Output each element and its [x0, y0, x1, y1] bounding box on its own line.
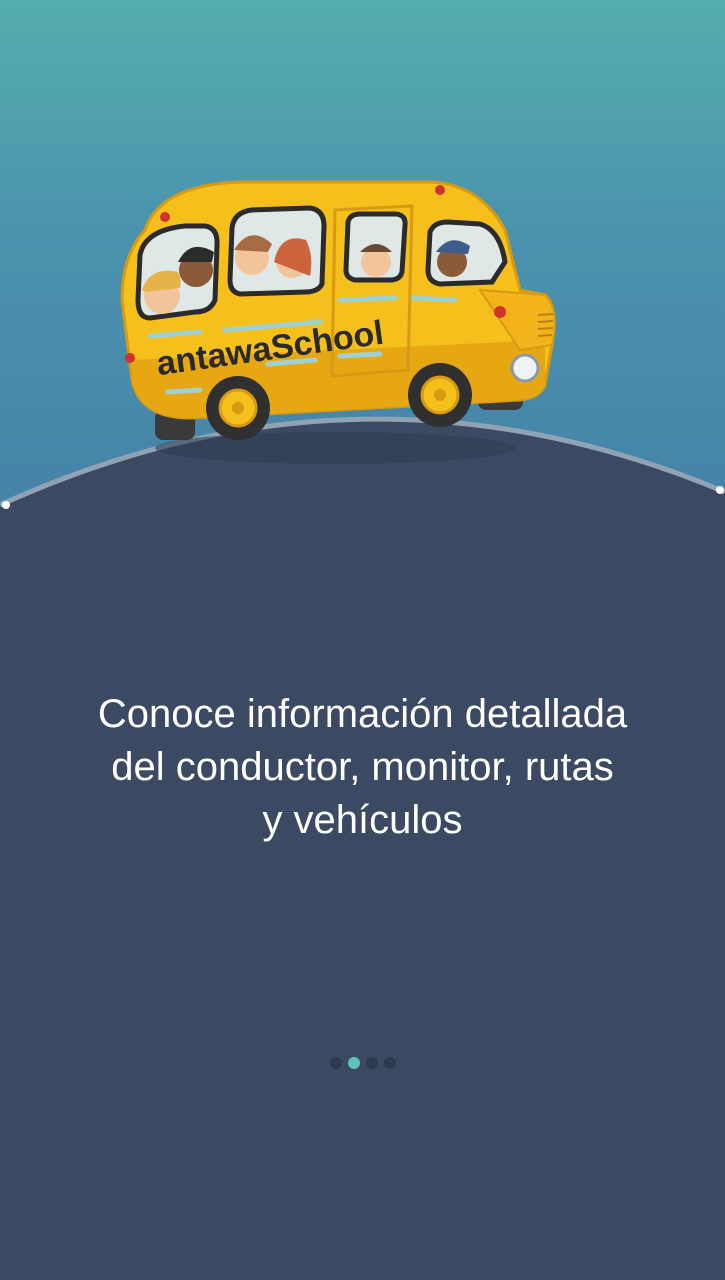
- page-dot-4[interactable]: [383, 1057, 396, 1069]
- school-bus-illustration: antawaSchool: [120, 180, 556, 464]
- page-dot-3[interactable]: [365, 1057, 378, 1069]
- onboarding-message: Conoce información detallada del conduct…: [40, 688, 685, 847]
- rear-wheel: [206, 376, 270, 440]
- message-line: y vehículos: [262, 798, 463, 842]
- onboarding-screen: antawaSchool Conoce información detallad…: [0, 0, 725, 1280]
- page-indicator: [0, 1057, 725, 1069]
- front-wheel: [408, 363, 472, 427]
- message-line: del conductor, monitor, rutas: [111, 745, 614, 789]
- message-line: Conoce información detallada: [97, 692, 628, 736]
- page-dot-1[interactable]: [329, 1057, 342, 1069]
- page-dot-2[interactable]: [347, 1057, 360, 1069]
